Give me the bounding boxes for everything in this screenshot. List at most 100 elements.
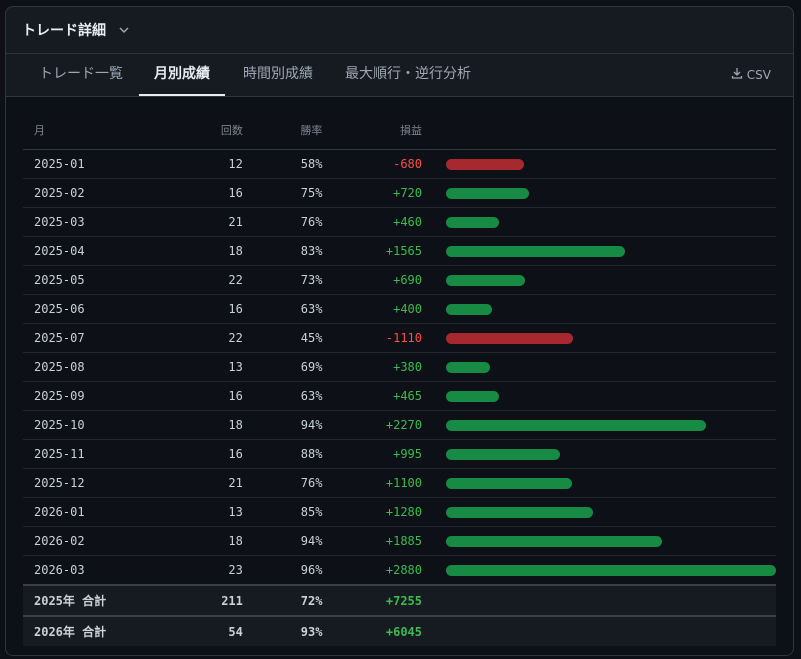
cell-pnl: +1885 xyxy=(322,526,422,556)
cell-bar xyxy=(422,497,776,527)
total-pnl: +7255 xyxy=(322,584,422,616)
tab-hourly[interactable]: 時間別成績 xyxy=(243,54,313,94)
table-row[interactable]: 2026-03 23 96% +2880 xyxy=(23,555,776,586)
cell-bar xyxy=(422,439,776,469)
profit-bar xyxy=(446,303,492,315)
cell-rate: 75% xyxy=(242,178,323,208)
total-rate: 93% xyxy=(242,615,323,646)
cell-month: 2025-10 xyxy=(23,410,154,440)
total-label: 2026年 合計 xyxy=(23,615,154,646)
profit-bar xyxy=(446,274,525,286)
cell-rate: 83% xyxy=(242,236,323,266)
table-row[interactable]: 2025-08 13 69% +380 xyxy=(23,352,776,382)
cell-pnl: +995 xyxy=(322,439,422,469)
cell-pnl: +380 xyxy=(322,352,422,382)
cell-rate: 94% xyxy=(242,410,323,440)
table-row[interactable]: 2025-04 18 83% +1565 xyxy=(23,236,776,266)
cell-month: 2025-08 xyxy=(23,352,154,382)
column-count: 回数 xyxy=(153,111,243,150)
cell-bar xyxy=(422,468,776,498)
table-row[interactable]: 2025-09 16 63% +465 xyxy=(23,381,776,411)
profit-bar xyxy=(446,419,706,431)
column-rate: 勝率 xyxy=(242,111,323,150)
table-row[interactable]: 2025-03 21 76% +460 xyxy=(23,207,776,237)
cell-bar xyxy=(422,294,776,324)
cell-count: 16 xyxy=(153,178,243,208)
tab-mfe-mae[interactable]: 最大順行・逆行分析 xyxy=(345,54,471,94)
cell-rate: 58% xyxy=(242,149,323,179)
cell-pnl: +1565 xyxy=(322,236,422,266)
cell-count: 18 xyxy=(153,526,243,556)
cell-month: 2025-11 xyxy=(23,439,154,469)
csv-export-button[interactable]: CSV xyxy=(731,67,771,82)
table-row[interactable]: 2025-02 16 75% +720 xyxy=(23,178,776,208)
column-pnl: 損益 xyxy=(322,111,422,150)
cell-pnl: +1100 xyxy=(322,468,422,498)
table-header-row: 月 回数 勝率 損益 xyxy=(23,111,776,150)
cell-bar xyxy=(422,265,776,295)
table-row[interactable]: 2026-01 13 85% +1280 xyxy=(23,497,776,527)
cell-rate: 76% xyxy=(242,468,323,498)
cell-count: 16 xyxy=(153,381,243,411)
cell-rate: 69% xyxy=(242,352,323,382)
tab-bar: トレード一覧 月別成績 時間別成績 最大順行・逆行分析 CSV xyxy=(6,54,793,97)
table-row[interactable]: 2025-07 22 45% -1110 xyxy=(23,323,776,353)
profit-bar xyxy=(446,245,625,257)
profit-bar xyxy=(446,477,572,489)
panel-header[interactable]: トレード詳細 xyxy=(6,7,793,54)
total-row: 2026年 合計 54 93% +6045 xyxy=(23,615,776,646)
cell-bar xyxy=(422,352,776,382)
table-row[interactable]: 2025-12 21 76% +1100 xyxy=(23,468,776,498)
cell-month: 2025-04 xyxy=(23,236,154,266)
cell-pnl: +465 xyxy=(322,381,422,411)
table-row[interactable]: 2025-06 16 63% +400 xyxy=(23,294,776,324)
profit-bar xyxy=(446,361,490,373)
cell-count: 21 xyxy=(153,468,243,498)
cell-rate: 96% xyxy=(242,555,323,586)
table-row[interactable]: 2025-05 22 73% +690 xyxy=(23,265,776,295)
cell-pnl: +2880 xyxy=(322,555,422,586)
cell-count: 12 xyxy=(153,149,243,179)
loss-bar xyxy=(446,332,573,344)
table-row[interactable]: 2025-10 18 94% +2270 xyxy=(23,410,776,440)
table-row[interactable]: 2026-02 18 94% +1885 xyxy=(23,526,776,556)
cell-count: 16 xyxy=(153,439,243,469)
profit-bar xyxy=(446,390,499,402)
cell-pnl: -680 xyxy=(322,149,422,179)
total-rate: 72% xyxy=(242,584,323,616)
total-count: 54 xyxy=(153,615,243,646)
cell-pnl: +2270 xyxy=(322,410,422,440)
table-row[interactable]: 2025-01 12 58% -680 xyxy=(23,149,776,179)
profit-bar xyxy=(446,448,560,460)
total-bar-cell xyxy=(422,584,776,616)
tab-monthly[interactable]: 月別成績 xyxy=(139,54,225,96)
cell-pnl: +460 xyxy=(322,207,422,237)
total-count: 211 xyxy=(153,584,243,616)
panel-title: トレード詳細 xyxy=(22,23,106,39)
chevron-down-icon[interactable] xyxy=(118,23,132,37)
total-pnl: +6045 xyxy=(322,615,422,646)
total-row: 2025年 合計 211 72% +7255 xyxy=(23,584,776,616)
cell-rate: 63% xyxy=(242,381,323,411)
monthly-table-area: 月 回数 勝率 損益 2025-01 12 58% -680 2025-02 16 75% +… xyxy=(6,97,793,655)
cell-month: 2026-03 xyxy=(23,555,154,586)
profit-bar xyxy=(446,535,662,547)
cell-rate: 85% xyxy=(242,497,323,527)
download-icon xyxy=(731,67,743,82)
column-month: 月 xyxy=(23,111,154,150)
cell-bar xyxy=(422,381,776,411)
cell-count: 16 xyxy=(153,294,243,324)
table-row[interactable]: 2025-11 16 88% +995 xyxy=(23,439,776,469)
cell-rate: 94% xyxy=(242,526,323,556)
cell-rate: 73% xyxy=(242,265,323,295)
profit-bar xyxy=(446,564,776,576)
tab-trade-list[interactable]: トレード一覧 xyxy=(39,54,123,94)
cell-rate: 76% xyxy=(242,207,323,237)
column-bar xyxy=(422,111,776,150)
cell-month: 2025-06 xyxy=(23,294,154,324)
cell-pnl: +720 xyxy=(322,178,422,208)
cell-rate: 88% xyxy=(242,439,323,469)
cell-count: 21 xyxy=(153,207,243,237)
cell-bar xyxy=(422,410,776,440)
cell-month: 2025-03 xyxy=(23,207,154,237)
